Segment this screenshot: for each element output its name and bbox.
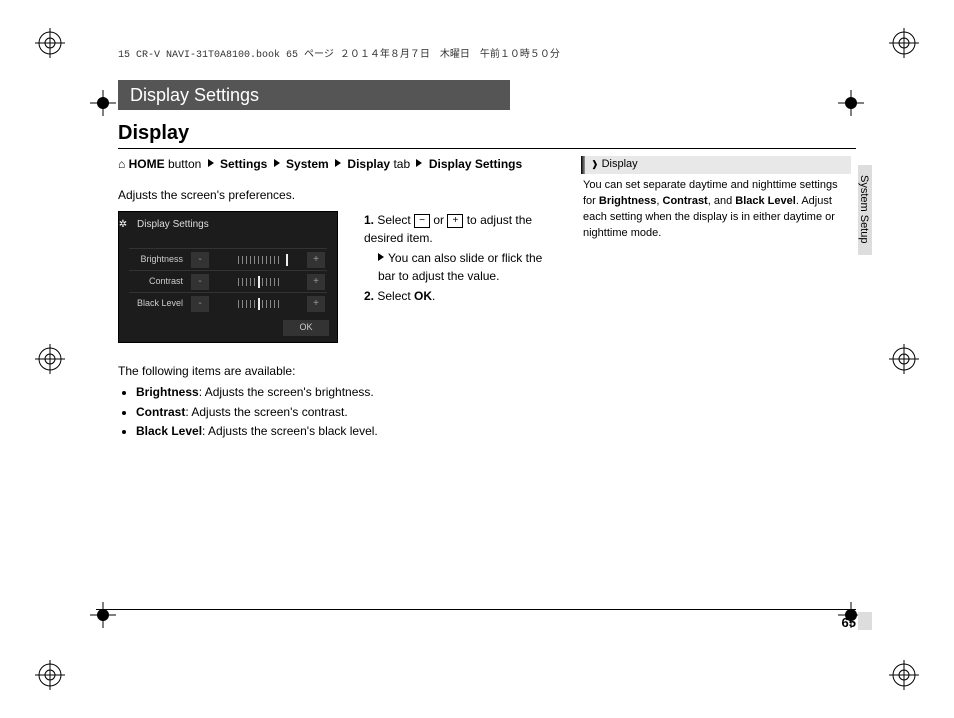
list-item: Brightness: Adjusts the screen's brightn…: [136, 384, 548, 401]
below-text: The following items are available:: [118, 363, 548, 380]
breadcrumb-part: tab: [393, 157, 410, 171]
step-text: .: [432, 289, 435, 303]
item-name: Black Level: [136, 424, 202, 438]
breadcrumb-part: Settings: [220, 157, 267, 171]
plus-button: +: [307, 296, 325, 312]
section-bar-title: Display Settings: [130, 85, 259, 106]
left-column: ⌂ HOME button Settings System Display ta…: [118, 156, 548, 442]
slider-bar: [215, 253, 301, 267]
breadcrumb-part: button: [168, 157, 201, 171]
right-column: ❱ Display You can set separate daytime a…: [581, 156, 851, 242]
intro-text: Adjusts the screen's preferences.: [118, 187, 548, 204]
minus-button: -: [191, 252, 209, 268]
item-desc: : Adjusts the screen's contrast.: [185, 405, 347, 419]
screenshot-title: Display Settings: [137, 218, 209, 233]
list-item: Black Level: Adjusts the screen's black …: [136, 423, 548, 440]
ok-button: OK: [283, 320, 329, 336]
chevron-right-icon: [208, 159, 214, 167]
item-desc: : Adjusts the screen's brightness.: [199, 385, 374, 399]
section-bar: Display Settings: [118, 80, 510, 110]
chevron-right-icon: [416, 159, 422, 167]
row-label: Black Level: [129, 297, 189, 310]
step-text: Select: [377, 289, 414, 303]
item-desc: : Adjusts the screen's black level.: [202, 424, 378, 438]
screenshot-row-contrast: Contrast - +: [129, 270, 327, 293]
step-number: 2.: [364, 289, 374, 303]
slider-bar: [215, 275, 301, 289]
step-text: Select: [377, 213, 414, 227]
minus-button: -: [191, 296, 209, 312]
step-text: or: [430, 213, 447, 227]
tip-text: Brightness: [599, 195, 656, 207]
item-name: Contrast: [136, 405, 185, 419]
tip-body: You can set separate daytime and nightti…: [581, 174, 851, 242]
register-cross-icon: [90, 90, 116, 116]
side-label: System Setup: [858, 175, 870, 243]
chevron-right-icon: [274, 159, 280, 167]
step-1-sub: You can also slide or flick the bar to a…: [364, 249, 554, 285]
minus-icon: −: [414, 214, 430, 228]
item-name: Brightness: [136, 385, 199, 399]
items-list: Brightness: Adjusts the screen's brightn…: [118, 384, 548, 440]
footer-rule: [96, 609, 856, 610]
crop-mark-icon: [889, 28, 919, 58]
display-settings-screenshot: ✲ Display Settings Brightness - + Contra…: [118, 211, 338, 343]
header-metadata: 15 CR-V NAVI-31T0A8100.book 65 ページ ２０１４年…: [118, 45, 560, 61]
footer-tab: [858, 612, 872, 630]
step-text: You can also slide or flick the bar to a…: [378, 251, 542, 283]
tip-header: ❱ Display: [581, 156, 851, 174]
home-icon: ⌂: [118, 157, 129, 171]
row-label: Brightness: [129, 253, 189, 266]
register-cross-icon: [90, 602, 116, 628]
register-cross-icon: [838, 90, 864, 116]
minus-button: -: [191, 274, 209, 290]
screenshot-row-black-level: Black Level - +: [129, 292, 327, 315]
breadcrumb-part: Display Settings: [429, 157, 522, 171]
breadcrumb: ⌂ HOME button Settings System Display ta…: [118, 156, 548, 173]
chevron-right-icon: [378, 253, 384, 261]
plus-button: +: [307, 252, 325, 268]
crop-mark-icon: [35, 28, 65, 58]
breadcrumb-part: Display: [347, 157, 390, 171]
chevron-right-icon: [335, 159, 341, 167]
screenshot-row-brightness: Brightness - +: [129, 248, 327, 271]
tip-text: Black Level: [735, 195, 796, 207]
double-chevron-icon: ❱: [591, 159, 599, 169]
tip-text: Contrast: [663, 195, 708, 207]
breadcrumb-part: HOME: [129, 157, 165, 171]
breadcrumb-part: System: [286, 157, 329, 171]
page-number: 65: [842, 615, 856, 630]
plus-button: +: [307, 274, 325, 290]
crop-mark-icon: [35, 660, 65, 690]
section-title: Display: [118, 122, 189, 145]
gear-icon: ✲: [118, 218, 128, 233]
crop-mark-icon: [889, 660, 919, 690]
crop-mark-icon: [889, 344, 919, 374]
instructions: 1. Select − or + to adjust the desired i…: [364, 211, 554, 305]
list-item: Contrast: Adjusts the screen's contrast.: [136, 404, 548, 421]
crop-mark-icon: [35, 344, 65, 374]
step-2: 2. Select OK.: [364, 287, 554, 305]
row-label: Contrast: [129, 275, 189, 288]
step-1: 1. Select − or + to adjust the desired i…: [364, 211, 554, 247]
horizontal-rule: [118, 148, 856, 149]
page: { "header_line": "15 CR-V NAVI-31T0A8100…: [0, 0, 954, 718]
slider-bar: [215, 297, 301, 311]
plus-icon: +: [447, 214, 463, 228]
tip-text: , and: [708, 195, 736, 207]
step-text: OK: [414, 289, 432, 303]
step-number: 1.: [364, 213, 374, 227]
tip-title: Display: [602, 158, 638, 170]
